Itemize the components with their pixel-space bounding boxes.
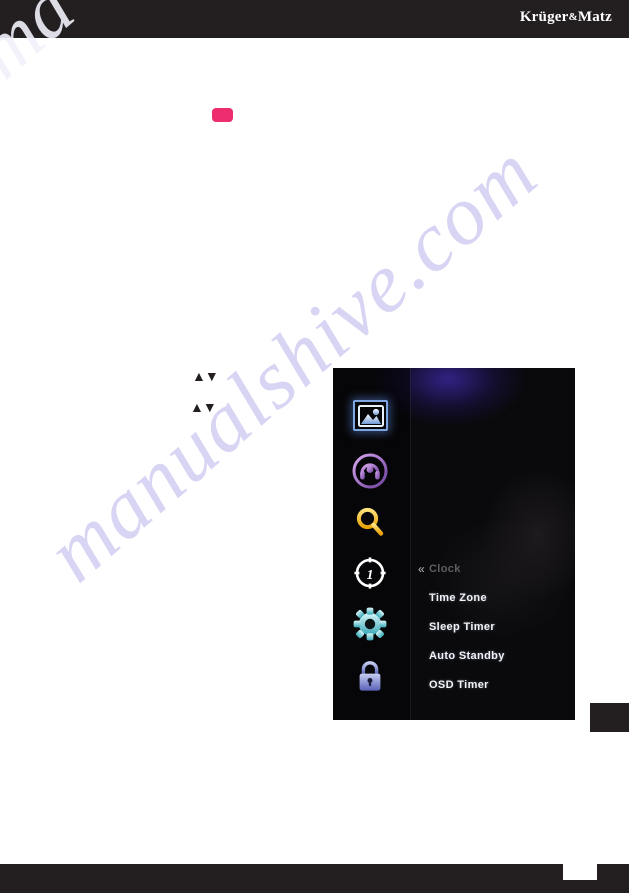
clock-icon: 1 bbox=[354, 557, 386, 589]
osd-tab-time[interactable]: 1 bbox=[347, 550, 393, 596]
pink-badge-marker bbox=[212, 108, 233, 122]
osd-tab-sound[interactable] bbox=[347, 448, 393, 494]
brand-logo: Krüger&Matz bbox=[520, 9, 612, 26]
osd-menu-label-time-zone: Time Zone bbox=[429, 591, 487, 604]
osd-tab-picture[interactable] bbox=[353, 400, 388, 431]
osd-menu-label-osd-timer: OSD Timer bbox=[429, 678, 489, 691]
osd-menu-screenshot: 1 « Clock Time Zone Sleep Timer Auto Sta… bbox=[333, 368, 575, 720]
gear-icon bbox=[353, 607, 387, 641]
osd-menu-label-sleep-timer: Sleep Timer bbox=[429, 620, 496, 633]
up-down-arrows-first: ▲▼ bbox=[192, 368, 219, 384]
osd-menu-item-time-zone[interactable]: Time Zone bbox=[429, 583, 575, 612]
manual-page: Krüger&Matz ma manualshive.com ▲▼ ▲▼ 1 «… bbox=[0, 0, 629, 893]
footer-notch bbox=[563, 864, 597, 880]
picture-icon bbox=[357, 404, 384, 427]
osd-menu-item-sleep-timer[interactable]: Sleep Timer bbox=[429, 612, 575, 641]
osd-menu-label-clock: Clock bbox=[429, 562, 461, 575]
lock-icon bbox=[359, 661, 381, 691]
page-header-bar: Krüger&Matz bbox=[0, 0, 629, 38]
chevron-left-double-icon: « bbox=[418, 561, 425, 576]
page-edge-tab bbox=[590, 703, 629, 732]
osd-tab-channel[interactable] bbox=[347, 499, 393, 545]
osd-menu-label-auto-standby: Auto Standby bbox=[429, 649, 505, 662]
headphones-icon bbox=[352, 453, 388, 489]
brand-ampersand: & bbox=[568, 11, 578, 23]
brand-name-part2: Matz bbox=[577, 9, 612, 25]
osd-menu-list: « Clock Time Zone Sleep Timer Auto Stand… bbox=[418, 554, 575, 699]
search-icon bbox=[356, 507, 384, 536]
osd-tab-lock[interactable] bbox=[347, 653, 393, 699]
svg-text:1: 1 bbox=[367, 568, 374, 583]
osd-rail-divider bbox=[410, 368, 411, 720]
osd-menu-item-clock[interactable]: « Clock bbox=[418, 554, 575, 583]
osd-menu-item-auto-standby[interactable]: Auto Standby bbox=[429, 641, 575, 670]
brand-name-part1: Krüger bbox=[519, 9, 569, 25]
osd-tab-setup[interactable] bbox=[347, 601, 393, 647]
up-down-arrows-second: ▲▼ bbox=[190, 399, 217, 415]
page-footer-bar bbox=[0, 864, 629, 893]
osd-menu-item-osd-timer[interactable]: OSD Timer bbox=[429, 670, 575, 699]
